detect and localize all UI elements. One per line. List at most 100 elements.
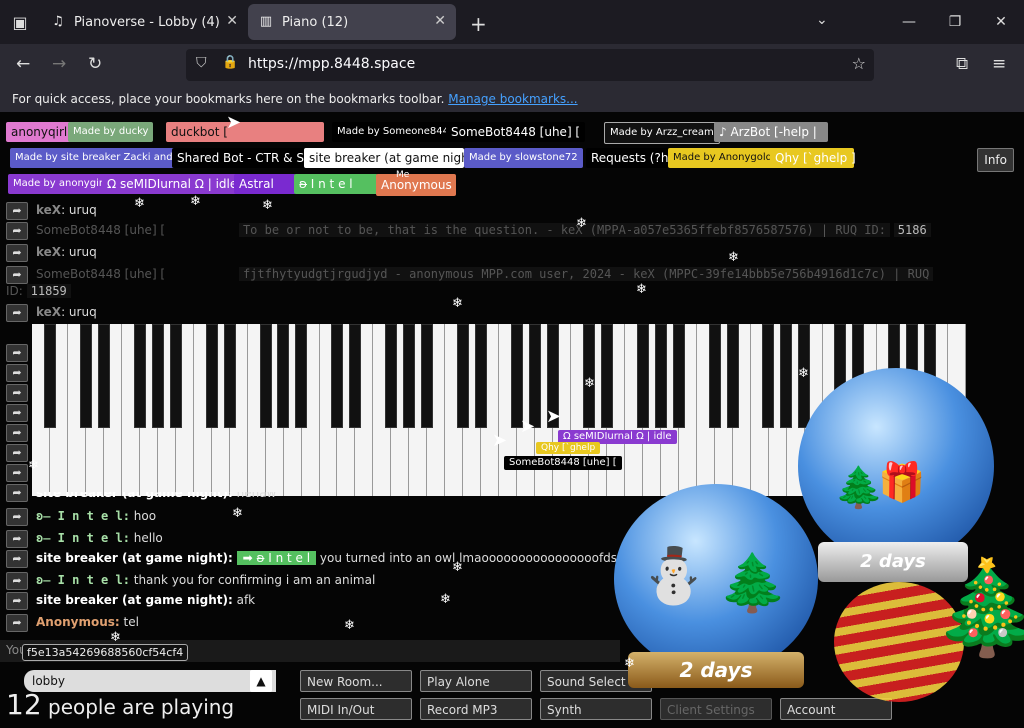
user-tag-me[interactable]: Me Anonymous bbox=[376, 170, 456, 196]
chevron-down-icon[interactable]: ⌄ bbox=[816, 12, 828, 28]
close-window-icon[interactable]: ✕ bbox=[978, 0, 1024, 44]
black-key[interactable] bbox=[762, 324, 775, 428]
black-key[interactable] bbox=[421, 324, 434, 428]
menu-icon[interactable]: ≡ bbox=[992, 54, 1006, 74]
midi-button[interactable]: MIDI In/Out bbox=[300, 698, 412, 720]
reply-arrow-icon[interactable]: ➦ bbox=[6, 384, 28, 402]
black-key[interactable] bbox=[510, 324, 523, 428]
close-icon[interactable]: ✕ bbox=[226, 13, 238, 29]
new-tab-button[interactable]: + bbox=[456, 4, 501, 44]
user-tag[interactable]: Made by Someone8448 bbox=[332, 122, 461, 142]
user-tag[interactable]: ʚ̶ I n t e l bbox=[294, 174, 378, 194]
shield-icon[interactable]: ⛉ bbox=[196, 55, 207, 71]
tab-piano[interactable]: ▥ Piano (12) ✕ bbox=[248, 4, 456, 40]
black-key[interactable] bbox=[636, 324, 649, 428]
chevron-up-icon[interactable]: ▲ bbox=[250, 670, 272, 692]
user-tag[interactable]: Qhy [`ghelp ] bbox=[770, 148, 856, 168]
url-bar[interactable]: ⛉ 🔒 https://mpp.8448.space ☆ bbox=[186, 49, 874, 81]
record-mp3-button[interactable]: Record MP3 bbox=[420, 698, 532, 720]
black-key[interactable] bbox=[205, 324, 218, 428]
user-tag[interactable]: site breaker (at game night) bbox=[304, 148, 478, 168]
user-tag[interactable]: Shared Bot - CTR & SB bbox=[172, 148, 318, 168]
black-key[interactable] bbox=[169, 324, 182, 428]
reply-arrow-icon[interactable]: ➦ bbox=[6, 304, 28, 322]
chat-mention-badge: ➡ ʚ̶ I n t e l bbox=[236, 551, 317, 565]
reply-arrow-icon[interactable]: ➦ bbox=[6, 266, 28, 284]
reply-arrow-icon[interactable]: ➦ bbox=[6, 550, 28, 568]
reply-arrow-icon[interactable]: ➦ bbox=[6, 404, 28, 422]
user-tag[interactable]: ♪ ArzBot [-help | bbox=[714, 122, 828, 142]
user-tag[interactable]: duckbot [ bbox=[166, 122, 324, 142]
account-button[interactable]: Account bbox=[780, 698, 892, 720]
black-key[interactable] bbox=[528, 324, 541, 428]
synth-button[interactable]: Synth bbox=[540, 698, 652, 720]
reply-arrow-icon[interactable]: ➦ bbox=[6, 202, 28, 220]
reply-arrow-icon[interactable]: ➦ bbox=[6, 592, 28, 610]
reply-arrow-icon[interactable]: ➦ bbox=[6, 572, 28, 590]
new-room-button[interactable]: New Room... bbox=[300, 670, 412, 692]
user-tag[interactable]: anonyqirl bbox=[6, 122, 73, 142]
black-key[interactable] bbox=[780, 324, 793, 428]
reply-arrow-icon[interactable]: ➦ bbox=[6, 508, 28, 526]
tab-pianoverse[interactable]: ♫ Pianoverse - Lobby (4) ✕ bbox=[40, 4, 248, 40]
back-icon[interactable]: ← bbox=[16, 54, 30, 74]
snowflake-icon: ❄ bbox=[134, 196, 145, 211]
user-tag[interactable]: Made by slowstone72 bbox=[464, 148, 583, 168]
reply-arrow-icon[interactable]: ➦ bbox=[6, 530, 28, 548]
snowflake-icon: ❄ bbox=[190, 194, 201, 209]
black-key[interactable] bbox=[151, 324, 164, 428]
forward-icon[interactable]: → bbox=[52, 54, 66, 74]
black-key[interactable] bbox=[672, 324, 685, 428]
black-key[interactable] bbox=[385, 324, 398, 428]
reload-icon[interactable]: ↻ bbox=[88, 54, 102, 74]
black-key[interactable] bbox=[403, 324, 416, 428]
reply-arrow-icon[interactable]: ➦ bbox=[6, 364, 28, 382]
user-tag[interactable]: Ω seMIDIurnal Ω | idle bbox=[102, 174, 243, 194]
black-key[interactable] bbox=[43, 324, 56, 428]
user-tag[interactable]: SomeBot8448 [uhe] [ bbox=[446, 122, 586, 142]
url-text[interactable]: https://mpp.8448.space bbox=[248, 56, 415, 72]
reply-arrow-icon[interactable]: ➦ bbox=[6, 424, 28, 442]
black-key[interactable] bbox=[600, 324, 613, 428]
reply-arrow-icon[interactable]: ➦ bbox=[6, 464, 28, 482]
user-tag[interactable]: Requests (?h) bbox=[586, 148, 679, 168]
reply-arrow-icon[interactable]: ➦ bbox=[6, 244, 28, 262]
reply-arrow-icon[interactable]: ➦ bbox=[6, 614, 28, 632]
play-alone-button[interactable]: Play Alone bbox=[420, 670, 532, 692]
user-tag[interactable]: Astral bbox=[234, 174, 296, 194]
black-key[interactable] bbox=[726, 324, 739, 428]
black-key[interactable] bbox=[475, 324, 488, 428]
black-key[interactable] bbox=[457, 324, 470, 428]
black-key[interactable] bbox=[97, 324, 110, 428]
lock-icon[interactable]: 🔒 bbox=[222, 55, 238, 70]
black-key[interactable] bbox=[133, 324, 146, 428]
black-key[interactable] bbox=[349, 324, 362, 428]
snow-globe-right: 🎁 🌲 bbox=[798, 368, 994, 564]
black-key[interactable] bbox=[277, 324, 290, 428]
black-key[interactable] bbox=[295, 324, 308, 428]
reply-arrow-icon[interactable]: ➦ bbox=[6, 222, 28, 240]
black-key[interactable] bbox=[654, 324, 667, 428]
reply-arrow-icon[interactable]: ➦ bbox=[6, 344, 28, 362]
client-settings-button[interactable]: Client Settings bbox=[660, 698, 772, 720]
black-key[interactable] bbox=[223, 324, 236, 428]
user-tag[interactable]: Made by anonygirl bbox=[8, 174, 111, 194]
manage-bookmarks-link[interactable]: Manage bookmarks... bbox=[448, 92, 577, 106]
black-key[interactable] bbox=[331, 324, 344, 428]
reply-arrow-icon[interactable]: ➦ bbox=[6, 444, 28, 462]
black-key[interactable] bbox=[708, 324, 721, 428]
user-tag[interactable]: Made by site breaker Zacki and ctr bbox=[10, 148, 180, 168]
snowman-icon: ⛄ bbox=[640, 544, 708, 607]
minimize-icon[interactable]: — bbox=[886, 0, 932, 44]
user-tag[interactable]: Made by Anonygold bbox=[668, 148, 778, 168]
close-icon[interactable]: ✕ bbox=[434, 13, 446, 29]
bookmark-star-icon[interactable]: ☆ bbox=[852, 54, 866, 73]
black-key[interactable] bbox=[79, 324, 92, 428]
user-tag[interactable]: Made by Arzz_cream bbox=[604, 122, 720, 144]
user-tag[interactable]: Made by ducky bbox=[68, 122, 154, 142]
info-button[interactable]: Info bbox=[977, 148, 1014, 172]
maximize-icon[interactable]: ❐ bbox=[932, 0, 978, 44]
black-key[interactable] bbox=[259, 324, 272, 428]
extensions-icon[interactable]: ⧉ bbox=[956, 54, 968, 74]
tab-list-icon[interactable]: ▣ bbox=[0, 0, 40, 44]
